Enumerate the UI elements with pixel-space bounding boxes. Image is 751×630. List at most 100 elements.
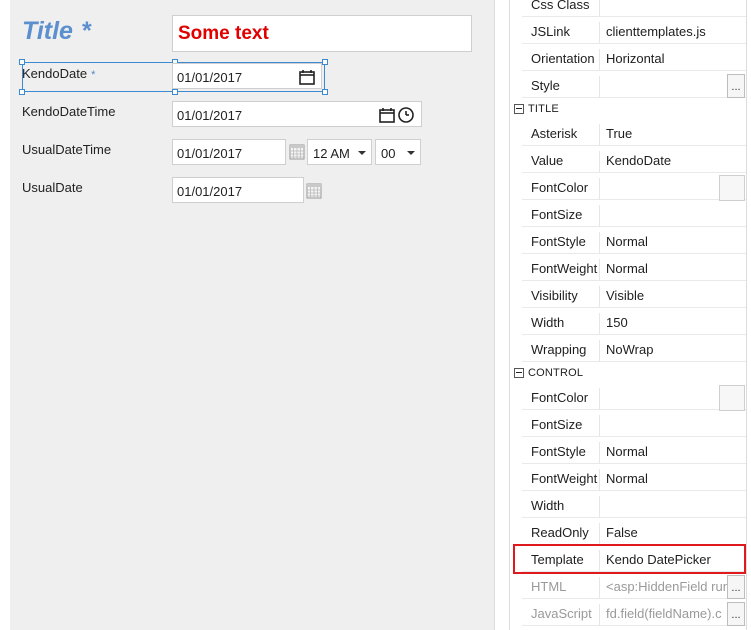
- property-row-title-width[interactable]: Width 150: [510, 308, 746, 335]
- calendar-grid-icon[interactable]: [289, 144, 305, 160]
- hour-value: 12 AM: [313, 146, 350, 161]
- property-value[interactable]: NoWrap: [600, 340, 746, 362]
- property-value[interactable]: <asp:HiddenField run: [600, 577, 746, 599]
- property-row-control-fontstyle[interactable]: FontStyle Normal: [510, 437, 746, 464]
- property-row-control-fontcolor[interactable]: FontColor: [510, 383, 746, 411]
- kendodatetime-label: KendoDateTime: [22, 104, 116, 119]
- chevron-down-icon: [407, 151, 415, 155]
- clock-icon[interactable]: [397, 106, 415, 124]
- form-title-asterisk: *: [80, 17, 91, 45]
- property-name: Asterisk: [522, 124, 600, 146]
- form-designer-canvas[interactable]: Title * Some text KendoDate * 01/01/2017 K…: [10, 0, 495, 630]
- kendodate-input[interactable]: 01/01/2017: [172, 63, 322, 89]
- resize-handle-bottom-left[interactable]: [19, 89, 25, 95]
- property-row-readonly[interactable]: ReadOnly False: [510, 518, 746, 545]
- collapse-icon[interactable]: [514, 104, 524, 114]
- calendar-icon[interactable]: [298, 68, 316, 86]
- property-value[interactable]: clienttemplates.js: [600, 22, 746, 44]
- usualdate-label: UsualDate: [22, 180, 83, 195]
- property-value[interactable]: [600, 76, 746, 98]
- property-row-control-fontweight[interactable]: FontWeight Normal: [510, 464, 746, 491]
- property-row-style[interactable]: Style ...: [510, 71, 746, 98]
- collapse-icon[interactable]: [514, 368, 524, 378]
- resize-handle-top-right[interactable]: [322, 59, 328, 65]
- property-name: Value: [522, 151, 600, 173]
- property-value[interactable]: Horizontal: [600, 49, 746, 71]
- property-value[interactable]: KendoDate: [600, 151, 746, 173]
- property-row-control-width[interactable]: Width: [510, 491, 746, 518]
- javascript-ellipsis-button[interactable]: ...: [727, 602, 745, 626]
- resize-handle-bottom-middle[interactable]: [172, 89, 178, 95]
- property-row-html[interactable]: HTML <asp:HiddenField run ...: [510, 572, 746, 599]
- property-row-jslink[interactable]: JSLink clienttemplates.js: [510, 17, 746, 44]
- form-title[interactable]: Title *: [22, 17, 91, 46]
- property-name: FontWeight: [522, 259, 600, 281]
- property-row-control-fontsize[interactable]: FontSize: [510, 410, 746, 437]
- property-name: FontSize: [522, 415, 600, 437]
- property-row-orientation[interactable]: Orientation Horizontal: [510, 44, 746, 71]
- minute-value: 00: [381, 146, 396, 161]
- kendodate-label-text: KendoDate: [22, 66, 88, 81]
- property-value[interactable]: [600, 205, 746, 227]
- property-grid[interactable]: Css Class JSLink clienttemplates.js Orie…: [509, 0, 747, 630]
- property-value[interactable]: Normal: [600, 259, 746, 281]
- usualdatetime-label: UsualDateTime: [22, 142, 112, 157]
- property-name: Style: [522, 76, 600, 98]
- property-value[interactable]: Normal: [600, 442, 746, 464]
- kendodate-value: 01/01/2017: [177, 70, 243, 85]
- usualdatetime-date-input[interactable]: 01/01/2017: [172, 139, 286, 165]
- property-name: Wrapping: [522, 340, 600, 362]
- property-row-asterisk[interactable]: Asterisk True: [510, 119, 746, 146]
- property-value[interactable]: True: [600, 124, 746, 146]
- property-value[interactable]: [600, 0, 746, 17]
- property-value[interactable]: Normal: [600, 232, 746, 254]
- property-name: ReadOnly: [522, 523, 600, 545]
- chevron-down-icon: [358, 151, 366, 155]
- property-row-css-class[interactable]: Css Class: [510, 0, 746, 17]
- property-row-visibility[interactable]: Visibility Visible: [510, 281, 746, 308]
- property-value[interactable]: 150: [600, 313, 746, 335]
- hour-select[interactable]: 12 AM: [307, 139, 372, 165]
- property-name: FontWeight: [522, 469, 600, 491]
- required-asterisk: *: [91, 69, 96, 81]
- property-row-value[interactable]: Value KendoDate: [510, 146, 746, 173]
- property-row-title-fontweight[interactable]: FontWeight Normal: [510, 254, 746, 281]
- property-row-title-fontstyle[interactable]: FontStyle Normal: [510, 227, 746, 254]
- usualdate-input[interactable]: 01/01/2017: [172, 177, 304, 203]
- property-name: Width: [522, 496, 600, 518]
- property-name: FontSize: [522, 205, 600, 227]
- color-swatch-button[interactable]: [719, 385, 745, 411]
- property-row-title-fontsize[interactable]: FontSize: [510, 200, 746, 227]
- resize-handle-bottom-right[interactable]: [322, 89, 328, 95]
- style-ellipsis-button[interactable]: ...: [727, 74, 745, 98]
- property-name: FontStyle: [522, 232, 600, 254]
- category-title-label: TITLE: [528, 103, 559, 115]
- property-value[interactable]: Visible: [600, 286, 746, 308]
- html-ellipsis-button[interactable]: ...: [727, 575, 745, 599]
- property-value[interactable]: fd.field(fieldName).c: [600, 604, 746, 626]
- form-title-text: Title: [22, 17, 73, 45]
- property-name: Width: [522, 313, 600, 335]
- property-row-javascript[interactable]: JavaScript fd.field(fieldName).c ...: [510, 599, 746, 626]
- property-name: JSLink: [522, 22, 600, 44]
- property-value[interactable]: [600, 496, 746, 518]
- minute-select[interactable]: 00: [375, 139, 421, 165]
- kendodatetime-value: 01/01/2017: [177, 108, 243, 123]
- property-value[interactable]: Normal: [600, 469, 746, 491]
- property-name: Orientation: [522, 49, 600, 71]
- some-text-field[interactable]: Some text: [172, 15, 472, 52]
- kendodatetime-input[interactable]: 01/01/2017: [172, 101, 422, 127]
- property-row-title-fontcolor[interactable]: FontColor: [510, 173, 746, 201]
- property-name: JavaScript: [522, 604, 600, 626]
- property-name: FontColor: [522, 388, 600, 410]
- property-value[interactable]: False: [600, 523, 746, 545]
- property-name: Css Class: [522, 0, 600, 17]
- template-row-highlight: [513, 544, 746, 574]
- property-name: HTML: [522, 577, 600, 599]
- calendar-grid-icon[interactable]: [306, 183, 322, 199]
- resize-handle-top-left[interactable]: [19, 59, 25, 65]
- property-value[interactable]: [600, 415, 746, 437]
- property-row-wrapping[interactable]: Wrapping NoWrap: [510, 335, 746, 362]
- color-swatch-button[interactable]: [719, 175, 745, 201]
- calendar-icon[interactable]: [378, 106, 396, 124]
